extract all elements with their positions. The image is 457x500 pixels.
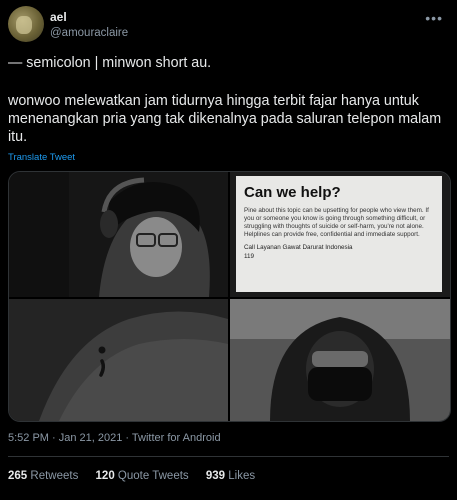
quote-tweets-count: 120 — [95, 470, 115, 482]
tweet-text: — semicolon | minwon short au. wonwoo me… — [8, 54, 448, 146]
retweets-stat[interactable]: 265 Retweets — [8, 470, 78, 482]
help-card-number: 119 — [244, 253, 255, 260]
tweet-timestamp[interactable]: 5:52 PM · Jan 21, 2021 · Twitter for And… — [8, 432, 221, 444]
help-card-call-label: Call Layanan Gawat Darurat Indonesia — [244, 244, 353, 251]
tweet-line-1: — semicolon | minwon short au. — [8, 55, 212, 71]
retweets-count: 265 — [8, 470, 28, 482]
media-grid: Can we help? Pine about this topic can b… — [8, 171, 451, 422]
media-photo-1[interactable] — [9, 172, 228, 297]
retweets-label: Retweets — [30, 470, 79, 482]
display-name[interactable]: ael — [50, 10, 67, 24]
tweet-line-2: wonwoo melewatkan jam tidurnya hingga te… — [8, 93, 442, 145]
user-handle[interactable]: @amouraclaire — [50, 27, 128, 39]
quote-tweets-stat[interactable]: 120 Quote Tweets — [96, 470, 189, 482]
help-card-title: Can we help? — [244, 184, 341, 201]
wrist-tattoo-photo — [9, 299, 228, 421]
likes-count: 939 — [205, 470, 226, 482]
engagement-stats: 265 Retweets 120 Quote Tweets 939 Likes — [8, 470, 269, 482]
likes-stat[interactable]: 939 Likes — [206, 470, 255, 482]
tweet-header: ael @amouraclaire ••• — [8, 6, 449, 46]
media-photo-2[interactable]: Can we help? Pine about this topic can b… — [230, 172, 450, 297]
translate-tweet-link[interactable]: Translate Tweet — [8, 152, 75, 163]
likes-label: Likes — [228, 470, 256, 482]
hooded-figure-photo — [230, 299, 450, 421]
help-card-body: Pine about this topic can be upsetting f… — [244, 207, 429, 238]
help-card: Can we help? Pine about this topic can b… — [236, 176, 442, 292]
more-icon[interactable]: ••• — [425, 10, 443, 26]
media-photo-4[interactable] — [230, 299, 450, 421]
portrait-headphones-photo — [9, 172, 228, 297]
quote-tweets-label: Quote Tweets — [117, 470, 189, 482]
divider — [8, 456, 449, 457]
avatar[interactable] — [8, 6, 44, 42]
media-photo-3[interactable] — [9, 299, 228, 421]
